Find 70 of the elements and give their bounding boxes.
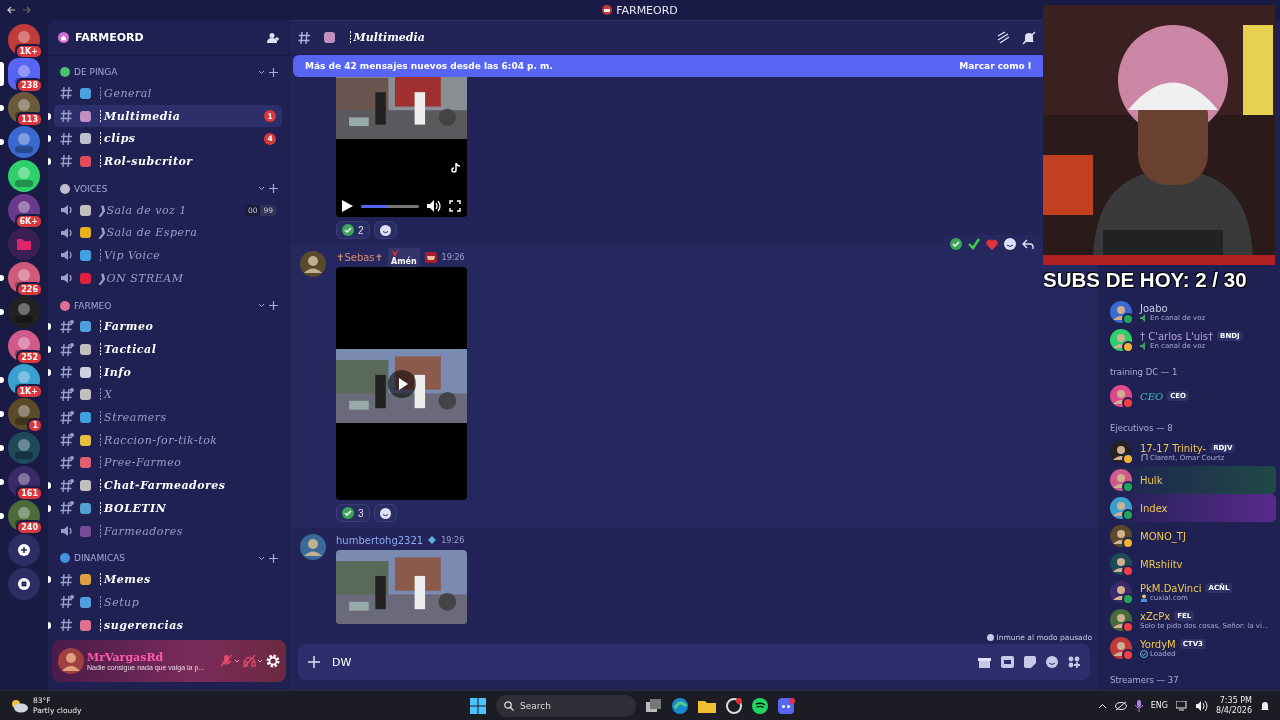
channel-item[interactable]: ┊Chat-Farmeadores [54, 474, 282, 497]
subs-counter-overlay: SUBS DE HOY: 2 / 30 [1043, 268, 1247, 292]
role-tag: Amén [387, 247, 420, 267]
category-name[interactable]: DE PINGA [74, 67, 254, 77]
mark-as-read-link[interactable]: Marcar como l [959, 61, 1031, 71]
unread-count-badge: 1K+ [14, 384, 43, 399]
channel-item[interactable]: ┊Memes [54, 568, 282, 592]
member-item[interactable]: MONO_TJ [1106, 522, 1276, 550]
member-name: MRshiitv [1140, 558, 1183, 570]
member-name: † C'arlos L'uis† [1140, 330, 1214, 342]
member-name: 17-17 Trinity- [1140, 442, 1207, 454]
member-name: Hulk [1140, 474, 1163, 486]
unread-count-badge: 6K+ [14, 214, 43, 229]
member-name: MONO_TJ [1140, 530, 1186, 542]
clock-time: 7:35 PM [1219, 695, 1252, 706]
member-name: Index [1140, 502, 1168, 514]
unread-count-badge: 240 [16, 520, 43, 535]
unread-count-badge: 1 [27, 418, 43, 433]
member-group-header: Streamers — 37 [1110, 675, 1179, 685]
taskbar-search[interactable]: Search [496, 694, 636, 717]
channel-item[interactable]: ┊Setup [54, 591, 282, 614]
channel-item[interactable]: ┊Raccion-for-tik-tok [54, 428, 282, 452]
message-input-field[interactable]: DW [298, 644, 1090, 680]
channel-item[interactable]: ❱ON STREAM [54, 266, 282, 290]
channel-item[interactable]: ┊Farmeadores [54, 519, 282, 543]
channel-item[interactable]: ┊Streamers [54, 406, 282, 429]
channel-item[interactable]: ┊Rol-subcritor [54, 150, 282, 173]
member-name: Joabo [1140, 302, 1168, 314]
unread-count-badge: 113 [16, 112, 43, 127]
channel-item[interactable]: ┊Tactical [54, 338, 282, 361]
category-name[interactable]: FARMEO [74, 300, 254, 311]
channel-item[interactable]: ┊Vip Voice [54, 244, 282, 267]
server-name[interactable]: FARMEORD [75, 31, 261, 44]
new-messages-banner[interactable]: Más de 42 mensajes nuevos desde las 6:04 p. m. Marcar como l [293, 55, 1043, 77]
member-name: PkM.DaVinci [1140, 582, 1202, 594]
unread-count-badge: 252 [16, 350, 43, 365]
unread-count-badge: 238 [16, 78, 43, 93]
unread-count-badge: 161 [16, 486, 43, 501]
channel-item[interactable]: ┊X [54, 383, 282, 407]
member-group-header: Ejecutivos — 8 [1110, 423, 1173, 433]
member-name: YordyM [1140, 638, 1176, 650]
clock-date: 8/4/2026 [1216, 705, 1252, 716]
username: MrVargasRd [87, 651, 165, 664]
language-indicator[interactable]: ENG [1150, 701, 1169, 710]
window-title: FARMEORD [616, 3, 678, 17]
channel-item[interactable]: ┊BOLETIN [54, 497, 282, 520]
banner-text: Más de 42 mensajes nuevos desde las 6:04 p. m. [305, 61, 553, 71]
channel-item[interactable]: ┊sugerencias [54, 613, 282, 637]
unread-count-badge: 1K+ [14, 44, 43, 59]
message-input[interactable]: DW [330, 650, 968, 674]
member-item[interactable]: MRshiitv [1106, 550, 1276, 578]
channel-item[interactable]: ┊Farmeo [54, 315, 282, 339]
unread-count-badge: 226 [16, 282, 43, 297]
clock[interactable]: 7:35 PM 8/4/2026 [1216, 695, 1252, 716]
member-group-header: training DC — 1 [1110, 367, 1178, 377]
category-name[interactable]: DINAMICAS [74, 553, 254, 564]
channel-item[interactable]: ┊General [54, 82, 282, 105]
channel-item[interactable]: ┊Info [54, 360, 282, 384]
reaction-button[interactable]: 2 [336, 221, 370, 239]
channel-item[interactable]: ┊Pree-Farmeo [54, 451, 282, 475]
author-name[interactable]: humbertohg2321 [336, 534, 424, 546]
channel-item[interactable]: ❱Sala de Espera [54, 221, 282, 245]
timestamp: 19:26 [441, 535, 465, 545]
category-name[interactable]: VOICES [74, 183, 254, 194]
timestamp: 19:26 [441, 252, 465, 262]
member-name: xZcPx [1140, 610, 1171, 622]
author-name[interactable]: ✝Sebas✝ [336, 251, 383, 263]
reaction-button[interactable]: 3 [336, 504, 370, 522]
channel-title: ┊Multimedia [347, 31, 426, 44]
member-name: CEO [1140, 390, 1164, 402]
